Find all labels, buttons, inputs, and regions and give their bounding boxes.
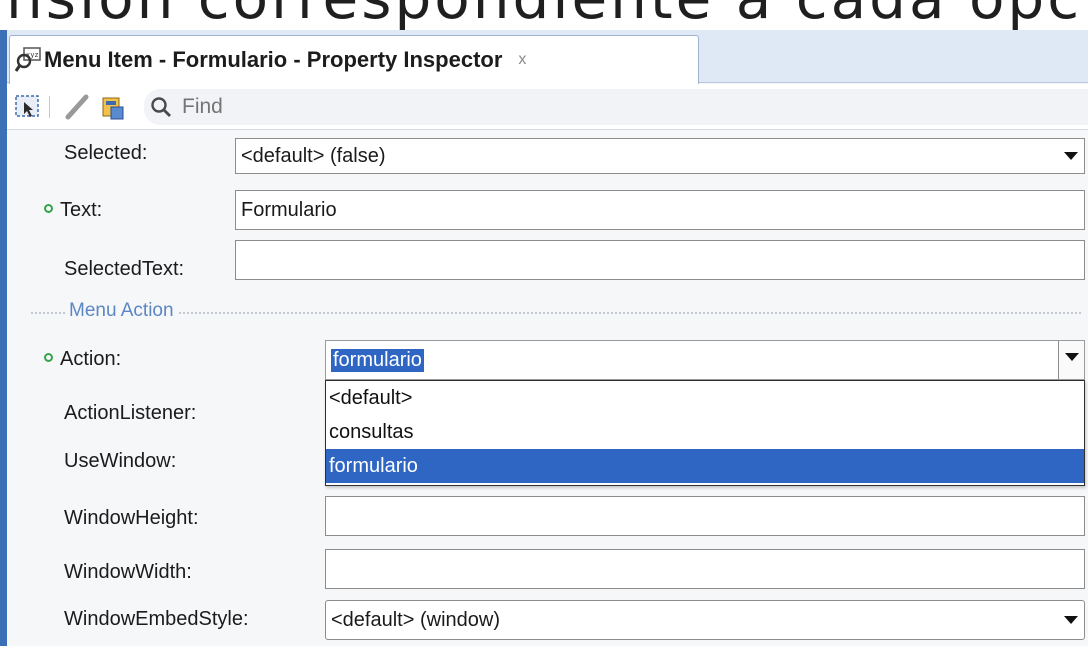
windowembedstyle-label: WindowEmbedStyle: — [64, 608, 249, 630]
tab-bar: xyz Menu Item - Formulario - Property In… — [7, 30, 1088, 84]
windowheight-field[interactable] — [325, 496, 1085, 536]
selected-dropdown[interactable]: <default> (false) — [235, 138, 1085, 174]
property-inspector-icon: xyz — [14, 46, 42, 74]
section-menu-action[interactable]: Menu Action — [65, 300, 178, 322]
tab-title: Menu Item - Formulario - Property Inspec… — [44, 47, 503, 72]
property-inspector-panel: xyz Menu Item - Formulario - Property In… — [7, 30, 1088, 646]
close-icon[interactable]: x — [518, 51, 526, 69]
search-icon — [150, 96, 172, 118]
tab-property-inspector[interactable]: xyz Menu Item - Formulario - Property In… — [9, 35, 699, 84]
search-input[interactable] — [182, 94, 582, 119]
action-label-row: Action: — [44, 348, 121, 371]
bind-data-icon[interactable] — [98, 92, 128, 122]
windowheight-label: WindowHeight: — [64, 507, 199, 529]
windowwidth-field[interactable] — [325, 549, 1085, 589]
text-label: Text: — [60, 199, 103, 221]
action-option-consultas[interactable]: consultas — [326, 415, 1084, 449]
section-divider — [31, 312, 1081, 314]
windowwidth-label: WindowWidth: — [64, 561, 192, 583]
action-option-formulario[interactable]: formulario — [326, 449, 1084, 483]
dropdown-arrow-icon[interactable] — [1058, 341, 1084, 379]
toolbar-separator — [49, 95, 50, 118]
windowembedstyle-value: <default> (window) — [331, 608, 500, 631]
window-frame-edge — [0, 30, 7, 646]
windowembedstyle-dropdown[interactable]: <default> (window) — [325, 600, 1085, 640]
action-dropdown-list: <default> consultas formulario — [325, 380, 1085, 486]
edit-pencil-icon[interactable] — [62, 92, 92, 122]
selectedtext-field[interactable] — [235, 240, 1085, 280]
selected-value: <default> (false) — [241, 144, 386, 167]
action-value: formulario — [331, 348, 424, 372]
action-label: Action: — [60, 348, 122, 370]
action-combobox[interactable]: formulario — [325, 340, 1085, 380]
text-field[interactable]: Formulario — [235, 190, 1085, 230]
background-document-text: nsión correspondiente a cada opc — [0, 0, 1088, 30]
selectedtext-label: SelectedText: — [64, 258, 185, 280]
background-heading: nsión correspondiente a cada opc — [6, 0, 1082, 30]
toolbar — [7, 84, 1088, 130]
dropdown-arrow-icon — [1064, 152, 1078, 160]
text-field-value: Formulario — [241, 198, 337, 221]
find-search-box[interactable] — [144, 88, 1088, 125]
usewindow-label: UseWindow: — [64, 450, 177, 472]
dropdown-arrow-icon — [1064, 616, 1078, 624]
actionlistener-label: ActionListener: — [64, 402, 197, 424]
select-component-icon[interactable] — [13, 92, 43, 122]
text-label-row: Text: — [44, 199, 102, 222]
selected-label: Selected: — [64, 142, 148, 164]
set-marker-icon — [44, 353, 53, 363]
action-option-default[interactable]: <default> — [326, 381, 1084, 415]
set-marker-icon — [44, 204, 53, 214]
